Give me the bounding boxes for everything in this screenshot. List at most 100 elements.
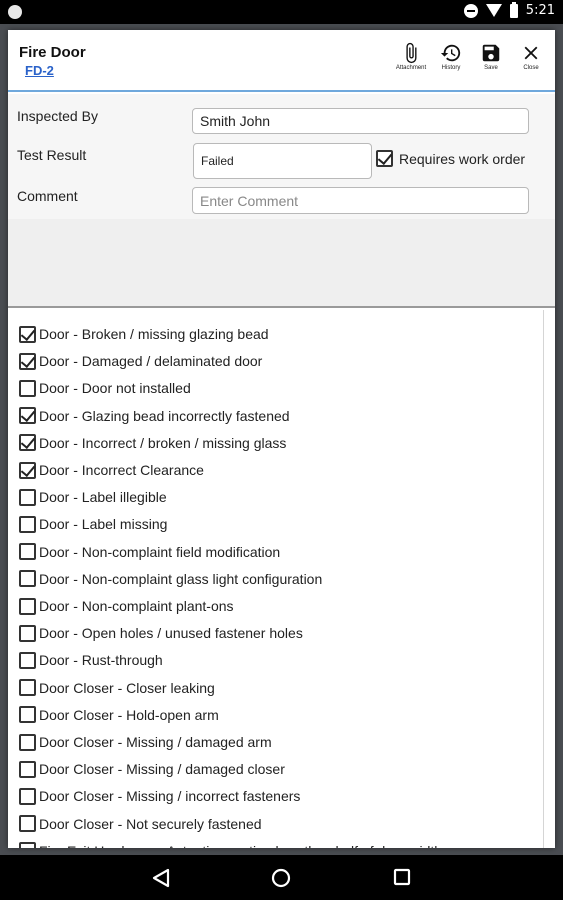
deficiency-checkbox[interactable] — [19, 733, 36, 751]
deficiency-item[interactable]: Door Closer - Missing / damaged arm — [19, 731, 272, 753]
deficiency-list[interactable]: Door - Broken / missing glazing bead Door… — [8, 310, 555, 848]
deficiency-label: Door - Non-complaint plant-ons — [39, 598, 234, 614]
deficiency-checkbox[interactable] — [19, 624, 36, 642]
attachment-label: Attachment — [395, 65, 427, 71]
deficiency-item[interactable]: Door - Incorrect Clearance — [19, 459, 204, 481]
deficiency-label: Door - Door not installed — [39, 380, 191, 397]
comment-input[interactable]: Enter Comment — [192, 187, 529, 214]
deficiency-label: Door - Open holes / unused fastener hole… — [39, 625, 303, 642]
inspection-dialog: Fire Door FD-2 Attachment History Save C… — [8, 30, 555, 848]
save-icon — [482, 44, 500, 62]
history-button[interactable]: History — [431, 42, 471, 71]
form-divider — [8, 306, 555, 308]
deficiency-checkbox[interactable] — [19, 407, 36, 425]
do-not-disturb-icon — [463, 3, 478, 18]
deficiency-item[interactable]: Door - Non-complaint field modification — [19, 541, 280, 563]
deficiency-label: Fire Exit Hardware - Actuating portion l… — [39, 843, 442, 848]
deficiency-label: Door - Rust-through — [39, 652, 163, 669]
deficiency-checkbox[interactable] — [19, 379, 36, 397]
form-fields: Inspected By Smith John Test Result Fail… — [8, 94, 555, 219]
deficiency-checkbox[interactable] — [19, 651, 36, 669]
deficiency-checkbox[interactable] — [19, 706, 36, 724]
deficiency-checkbox[interactable] — [19, 461, 36, 479]
back-icon[interactable] — [150, 868, 172, 888]
deficiency-checkbox[interactable] — [19, 597, 36, 615]
notification-icon — [8, 5, 22, 19]
test-result-select[interactable]: Failed — [193, 143, 372, 179]
deficiency-item[interactable]: Door Closer - Missing / incorrect fasten… — [19, 785, 300, 807]
deficiency-item[interactable]: Door - Label missing — [19, 513, 167, 535]
deficiency-checkbox[interactable] — [19, 679, 36, 697]
deficiency-label: Door - Glazing bead incorrectly fastened — [39, 407, 290, 424]
deficiency-label: Door Closer - Hold-open arm — [39, 706, 219, 723]
save-button[interactable]: Save — [471, 42, 511, 71]
deficiency-label: Door Closer - Not securely fastened — [39, 815, 262, 832]
deficiency-checkbox[interactable] — [19, 543, 36, 561]
deficiency-label: Door - Incorrect Clearance — [39, 462, 204, 478]
page-title: Fire Door — [19, 44, 86, 61]
deficiency-checkbox[interactable] — [19, 570, 36, 588]
door-id-link[interactable]: FD-2 — [25, 63, 54, 78]
deficiency-item[interactable]: Door - Open holes / unused fastener hole… — [19, 622, 303, 644]
deficiency-label: Door - Label illegible — [39, 489, 167, 506]
paperclip-icon — [406, 42, 417, 64]
history-icon — [440, 44, 461, 62]
deficiency-checkbox[interactable] — [19, 325, 36, 343]
deficiency-item[interactable]: Door Closer - Hold-open arm — [19, 704, 219, 726]
test-result-label: Test Result — [17, 147, 87, 163]
deficiency-label: Door Closer - Missing / damaged arm — [39, 734, 272, 750]
attachment-button[interactable]: Attachment — [391, 42, 431, 71]
deficiency-item[interactable]: Door - Non-complaint plant-ons — [19, 595, 234, 617]
deficiency-checkbox[interactable] — [19, 787, 36, 805]
close-button[interactable]: Close — [511, 42, 551, 71]
status-bar: 5:21 — [0, 0, 563, 24]
inspected-by-label: Inspected By — [17, 108, 98, 124]
deficiency-item[interactable]: Door - Rust-through — [19, 649, 163, 671]
deficiency-checkbox[interactable] — [19, 842, 36, 848]
inspection-form: Inspected By Smith John Test Result Fail… — [8, 94, 555, 308]
requires-work-order-label: Requires work order — [399, 150, 526, 167]
deficiency-checkbox[interactable] — [19, 434, 36, 452]
toolbar: Attachment History Save Close — [391, 42, 551, 71]
deficiency-label: Door - Damaged / delaminated door — [39, 353, 263, 370]
save-label: Save — [484, 65, 498, 71]
deficiency-label: Door Closer - Missing / incorrect fasten… — [39, 788, 301, 805]
deficiency-checkbox[interactable] — [19, 515, 36, 533]
deficiency-checkbox[interactable] — [19, 760, 36, 778]
close-icon — [524, 46, 538, 60]
deficiency-label: Door Closer - Closer leaking — [39, 679, 215, 696]
deficiency-label: Door - Broken / missing glazing bead — [39, 326, 269, 342]
deficiency-item[interactable]: Door - Damaged / delaminated door — [19, 350, 262, 372]
dialog-header: Fire Door FD-2 Attachment History Save C… — [8, 30, 555, 92]
deficiency-label: Door Closer - Missing / damaged closer — [39, 761, 285, 778]
status-time: 5:21 — [525, 3, 555, 18]
deficiency-label: Door - Label missing — [39, 516, 168, 533]
deficiency-item[interactable]: Door - Broken / missing glazing bead — [19, 323, 269, 345]
list-scrollbar[interactable] — [543, 310, 544, 848]
android-nav-bar — [0, 855, 563, 900]
deficiency-item[interactable]: Door - Door not installed — [19, 377, 191, 399]
close-label: Close — [523, 65, 539, 71]
deficiency-item[interactable]: Door - Incorrect / broken / missing glas… — [19, 432, 286, 454]
requires-work-order-check-icon[interactable] — [376, 150, 393, 167]
history-label: History — [441, 65, 461, 71]
deficiency-item[interactable]: Door Closer - Not securely fastened — [19, 813, 262, 835]
requires-work-order-checkbox[interactable]: Requires work order — [376, 150, 525, 167]
deficiency-checkbox[interactable] — [19, 488, 36, 506]
deficiency-label: Door - Incorrect / broken / missing glas… — [39, 434, 287, 451]
recents-icon[interactable] — [393, 868, 411, 886]
deficiency-label: Door - Non-complaint glass light configu… — [39, 570, 323, 587]
deficiency-checkbox[interactable] — [19, 352, 36, 370]
home-icon[interactable] — [271, 868, 291, 888]
deficiency-item[interactable]: Door - Glazing bead incorrectly fastened — [19, 405, 290, 427]
comment-label: Comment — [17, 188, 78, 204]
battery-icon — [509, 1, 518, 18]
wifi-icon — [485, 4, 502, 17]
deficiency-item[interactable]: Door Closer - Closer leaking — [19, 677, 215, 699]
deficiency-item[interactable]: Fire Exit Hardware - Actuating portion l… — [19, 840, 442, 848]
inspected-by-field[interactable]: Smith John — [192, 108, 529, 134]
deficiency-checkbox[interactable] — [19, 815, 36, 833]
deficiency-item[interactable]: Door - Non-complaint glass light configu… — [19, 568, 322, 590]
deficiency-item[interactable]: Door - Label illegible — [19, 486, 167, 508]
deficiency-item[interactable]: Door Closer - Missing / damaged closer — [19, 758, 285, 780]
